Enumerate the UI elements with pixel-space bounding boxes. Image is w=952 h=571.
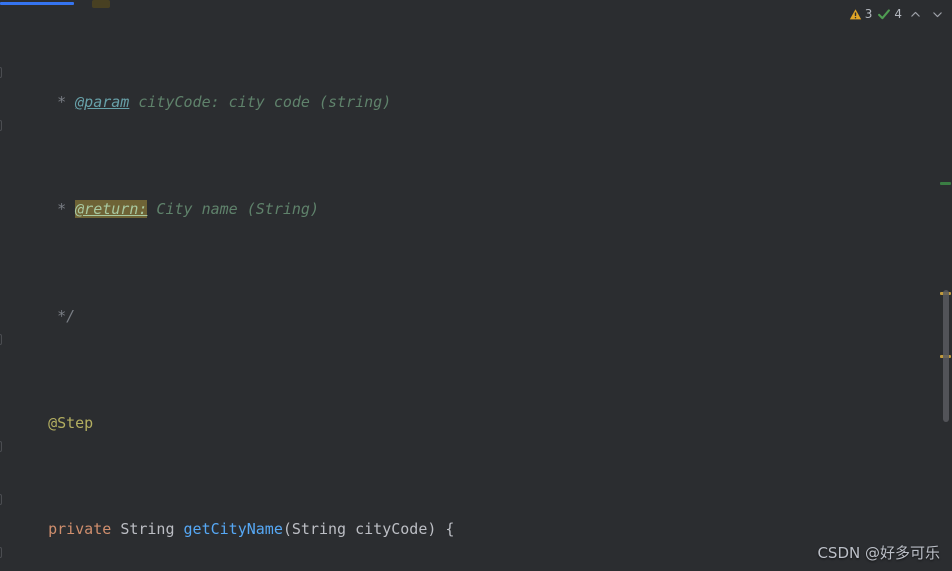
fold-marker[interactable] — [0, 494, 2, 505]
javadoc-param-text: cityCode: city code (string) — [129, 93, 392, 112]
param-type-string: String — [291, 520, 347, 539]
active-tab-indicator[interactable] — [0, 2, 74, 5]
code-line-javadoc-return[interactable]: * @return: City name (String) — [30, 196, 952, 223]
fold-marker[interactable] — [0, 334, 2, 345]
tab-strip-background — [0, 0, 520, 9]
code-editor-window: 3 4 * @param cityCode: city code (string… — [0, 0, 952, 571]
tab-modified-marker — [92, 0, 110, 8]
ok-count: 4 — [894, 7, 902, 21]
inspection-widget[interactable]: 3 4 — [849, 4, 946, 24]
fold-marker[interactable] — [0, 120, 2, 131]
watermark: CSDN @好多可乐 — [817, 544, 940, 562]
green-check-icon — [878, 8, 891, 19]
chevron-up-icon[interactable] — [907, 8, 924, 21]
chevron-down-icon[interactable] — [929, 8, 946, 21]
editor-gutter[interactable] — [0, 9, 30, 571]
fold-marker[interactable] — [0, 67, 2, 78]
scrollbar-thumb[interactable] — [943, 290, 949, 422]
error-stripe-scrollbar[interactable] — [939, 9, 952, 571]
javadoc-return-text: City name (String) — [147, 199, 319, 218]
keyword-private: private — [48, 520, 112, 539]
javadoc-param-tag: @param — [75, 93, 130, 112]
code-content[interactable]: * @param cityCode: city code (string) * … — [30, 9, 952, 571]
warning-group[interactable]: 3 — [849, 7, 873, 21]
code-line-javadoc-param[interactable]: * @param cityCode: city code (string) — [30, 89, 952, 116]
editor-area[interactable]: * @param cityCode: city code (string) * … — [0, 9, 952, 571]
code-line-method-decl[interactable]: private String getCityName(String cityCo… — [30, 516, 952, 543]
fold-marker[interactable] — [0, 547, 2, 558]
return-type-string: String — [120, 520, 175, 539]
param-citycode: cityCode — [355, 520, 428, 539]
code-line-annotation-step[interactable]: @Step — [30, 410, 952, 437]
stripe-marker-ok[interactable] — [940, 182, 951, 185]
fold-marker[interactable] — [0, 441, 2, 452]
warning-triangle-icon — [849, 8, 861, 19]
javadoc-return-tag: @return: — [75, 199, 148, 218]
code-line-javadoc-end[interactable]: */ — [30, 303, 952, 330]
annotation-step: @Step — [48, 413, 94, 432]
javadoc-close: */ — [57, 306, 76, 325]
ok-group[interactable]: 4 — [877, 7, 902, 21]
warning-count: 3 — [864, 7, 873, 21]
method-name[interactable]: getCityName — [184, 520, 283, 538]
